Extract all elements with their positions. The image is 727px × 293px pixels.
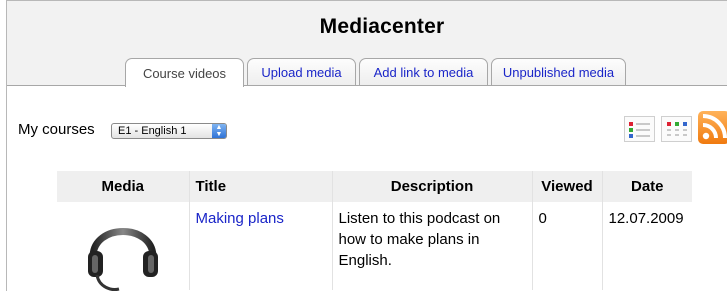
date-cell: 12.07.2009: [608, 210, 684, 227]
list-view-icon[interactable]: [624, 116, 655, 142]
grid-view-icon[interactable]: [661, 116, 692, 142]
tab-course-videos[interactable]: Course videos: [125, 58, 244, 87]
tab-unpublished-media[interactable]: Unpublished media: [491, 58, 626, 85]
rss-feed-icon[interactable]: [698, 111, 727, 144]
title-cell: Making plans: [189, 202, 333, 290]
course-select-value: E1 - English 1: [118, 125, 187, 137]
tab-add-link-to-media[interactable]: Add link to media: [359, 58, 488, 85]
column-header-description: Description: [332, 171, 533, 202]
page-title: Mediacenter: [319, 15, 445, 38]
page-header: Mediacenter Course videos Upload media A…: [7, 1, 727, 87]
my-courses-label: My courses: [18, 121, 95, 138]
media-table: Media Title Description Viewed Date Maki…: [57, 171, 692, 293]
column-header-title: Title: [189, 171, 333, 202]
column-header-media: Media: [57, 171, 190, 202]
select-arrows-icon: ▲ ▼: [212, 124, 226, 138]
description-cell: Listen to this podcast on how to make pl…: [332, 202, 533, 290]
course-select[interactable]: E1 - English 1 ▲ ▼: [111, 123, 227, 139]
headset-icon[interactable]: [85, 213, 161, 293]
tab-upload-media[interactable]: Upload media: [247, 58, 356, 85]
table-header-row: Media Title Description Viewed Date: [57, 171, 692, 202]
media-cell: [57, 202, 190, 293]
viewed-cell: 0: [532, 202, 603, 290]
column-header-date: Date: [602, 171, 692, 202]
table-row: Making plans Listen to this podcast on h…: [57, 202, 692, 293]
column-header-viewed: Viewed: [532, 171, 603, 202]
media-title-link[interactable]: Making plans: [196, 210, 284, 227]
